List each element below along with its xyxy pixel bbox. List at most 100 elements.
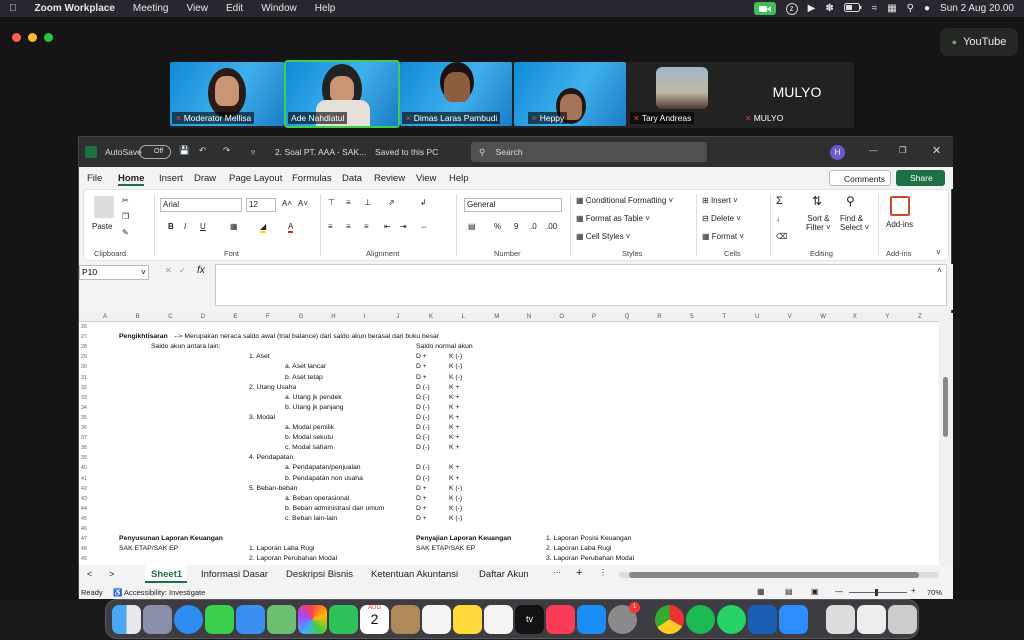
align-right-icon[interactable]: ≡ [364,222,369,231]
cell[interactable]: a. Pendapatan/penjualan [285,464,361,471]
close-window-button[interactable] [12,33,21,42]
addins-button[interactable]: Add-ins [886,220,913,229]
cell[interactable]: K (-) [449,505,462,512]
cell[interactable]: 2. Laporan Perubahan Modal [249,555,337,562]
cell[interactable]: D (-) [416,434,430,441]
column-header[interactable]: W [820,314,826,320]
cell[interactable]: D (-) [416,444,430,451]
spotify-icon[interactable] [686,605,715,634]
cell[interactable]: D (-) [416,384,430,391]
launchpad-icon[interactable] [143,605,172,634]
sheet-tab[interactable]: Informasi Dasar [201,569,268,580]
row-header[interactable]: 44 [79,506,87,512]
cell[interactable]: 2. Utang Usaha [249,384,296,391]
menu-help[interactable]: Help [306,3,345,14]
sheet-tab[interactable]: Daftar Akun [479,569,529,580]
font-color-icon[interactable]: A [288,222,294,233]
hscroll-thumb[interactable] [629,572,919,578]
participant-tile[interactable]: ✕ Dimas Laras Pambudi [400,62,512,126]
cell[interactable]: b. Pendapatan non usaha [285,475,363,482]
row-header[interactable]: 32 [79,385,87,391]
column-header[interactable]: I [364,314,366,320]
paste-icon[interactable] [94,196,114,218]
cell[interactable]: K (-) [449,495,462,502]
safari-icon[interactable] [174,605,203,634]
control-center-icon[interactable]: ▦ [887,3,896,14]
column-header[interactable]: N [527,314,531,320]
cell[interactable]: K + [449,464,459,471]
app-store-icon[interactable] [577,605,606,634]
column-header[interactable]: G [299,314,304,320]
row-header[interactable]: 39 [79,455,87,461]
tab-data[interactable]: Data [342,173,362,184]
find-select-button[interactable]: Find & Select ˅ [840,214,869,232]
column-header[interactable]: O [559,314,564,320]
minimize-window-button[interactable] [28,33,37,42]
column-header[interactable]: R [657,314,661,320]
accounting-format-icon[interactable]: ▤ [468,222,476,231]
column-header[interactable]: F [266,314,270,320]
column-header[interactable]: X [853,314,857,320]
tab-file[interactable]: File [87,173,102,184]
cell[interactable]: c. Modal saham [285,444,333,451]
cell[interactable]: Penyusunan Laporan Keuangan [119,535,223,542]
sheet-tab[interactable]: Ketentuan Akuntansi [371,569,458,580]
borders-icon[interactable]: ▦ [230,222,238,231]
play-icon[interactable]: ▶ [808,3,816,14]
menu-view[interactable]: View [177,3,217,14]
music-icon[interactable] [546,605,575,634]
cell[interactable]: b. Modal sekutu [285,434,333,441]
column-header[interactable]: P [592,314,596,320]
word-icon[interactable] [748,605,777,634]
column-header[interactable]: E [233,314,237,320]
tab-formulas[interactable]: Formulas [292,173,332,184]
row-header[interactable]: 38 [79,445,87,451]
cell[interactable]: D (-) [416,394,430,401]
column-header[interactable]: J [396,314,399,320]
decrease-font-icon[interactable]: A˅ [298,199,308,208]
freeform-icon[interactable] [484,605,513,634]
row-header[interactable]: 49 [79,556,87,562]
cell[interactable]: Pengikhtisaran [119,333,168,340]
column-header[interactable]: M [494,314,499,320]
wifi-icon[interactable]: ≈ [872,3,878,14]
cell[interactable]: a. Utang jk pendek [285,394,342,401]
prev-sheet-icon[interactable]: < [87,569,92,579]
column-header[interactable]: B [136,314,140,320]
app-menu[interactable]: Zoom Workplace [26,3,124,14]
sheet-tab[interactable]: Deskripsi Bisnis [286,569,353,580]
page-layout-view-icon[interactable]: ▤ [785,587,793,596]
cancel-entry-icon[interactable]: ✕ [165,266,172,275]
increase-font-icon[interactable]: A˄ [282,199,292,208]
column-header[interactable]: Q [625,314,630,320]
cell[interactable]: D + [416,353,427,360]
row-header[interactable]: 45 [79,516,87,522]
paste-button[interactable]: Paste [92,222,112,231]
zoom-camera-icon[interactable] [753,2,776,15]
autosave-toggle[interactable]: Off [139,145,171,159]
cell[interactable]: D + [416,485,427,492]
cell[interactable]: D (-) [416,464,430,471]
name-box[interactable]: P10 ˅ [79,265,149,280]
cell[interactable]: --> Merupakan neraca saldo awal (trial b… [174,333,439,340]
trash-icon[interactable] [888,605,917,634]
fill-icon[interactable]: ↓ [776,214,780,223]
cell[interactable]: K (-) [449,485,462,492]
cell[interactable]: K (-) [449,363,462,370]
cell[interactable]: a. Modal pemilik [285,424,334,431]
battery-icon[interactable] [843,2,862,15]
customize-qat-icon[interactable]: ▿ [251,147,255,158]
column-header[interactable]: L [462,314,465,320]
cell[interactable]: 2. Laporan Laba Rugi [546,545,611,552]
cell[interactable]: 3. Modal [249,414,275,421]
column-header[interactable]: U [755,314,759,320]
reminders-icon[interactable] [422,605,451,634]
align-left-icon[interactable]: ≡ [328,222,333,231]
save-status[interactable]: Saved to this PC [375,147,438,157]
tab-review[interactable]: Review [374,173,405,184]
comma-style-icon[interactable]: 9 [514,222,518,231]
cell[interactable]: D (-) [416,414,430,421]
collapse-ribbon-icon[interactable]: ˅ [936,248,941,257]
cell[interactable]: K + [449,394,459,401]
document-icon[interactable] [826,605,855,634]
